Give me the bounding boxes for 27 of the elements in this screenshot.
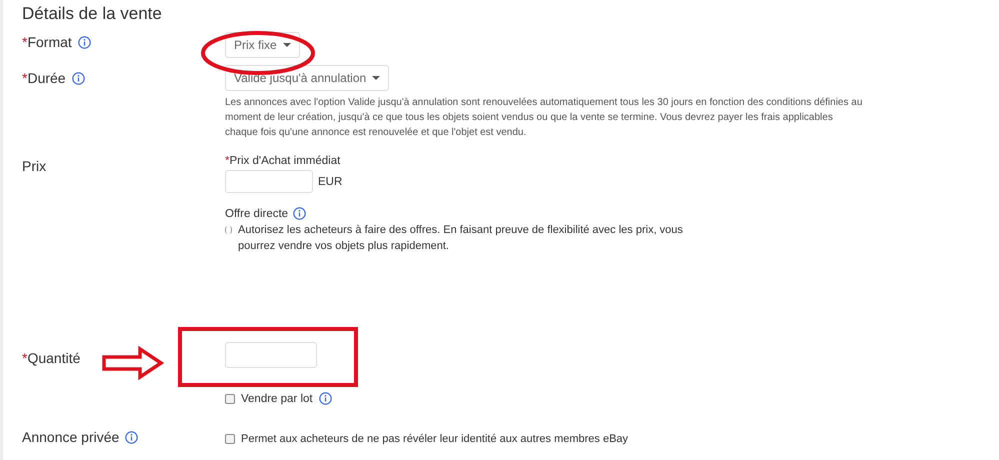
- quantity-field[interactable]: [225, 342, 317, 368]
- checkbox[interactable]: [225, 394, 235, 404]
- field-label: Prix: [22, 158, 46, 174]
- arrow-icon: [102, 346, 164, 380]
- info-icon[interactable]: [78, 36, 91, 48]
- info-icon[interactable]: [72, 72, 85, 84]
- field-label: *Quantité: [22, 350, 80, 366]
- checkbox[interactable]: [225, 434, 235, 444]
- checkbox-label: Autorisez les acheteurs à faire des offres. En faisant preuve de flexibilité avec les prix, vous pourrez vendre vos objets plus rapidement.: [238, 223, 684, 254]
- field-label: Offre directe: [225, 208, 288, 220]
- info-icon[interactable]: [318, 392, 332, 405]
- caret-icon: [372, 76, 380, 80]
- section-title: Détails de la vente: [22, 3, 163, 25]
- checkbox[interactable]: [225, 226, 232, 234]
- checkbox-label: Vendre par lot: [241, 392, 313, 404]
- currency-label: EUR: [318, 176, 342, 188]
- info-icon[interactable]: [125, 430, 138, 444]
- info-icon[interactable]: [293, 207, 306, 220]
- help-text: Les annonces avec l'option Valide jusqu'à annulation sont renouvelées automatiquement tous les 30 jours en fonction des conditions définies au moment de leur création, jusqu'à ce que tous les objets soient vendus ou que la vente se termine. Vous devrez payer les frais applicables chaque fois qu'une annonce est renouvelée et que l'objet est vendu.: [225, 96, 864, 140]
- checkbox-label: Permet aux acheteurs de ne pas révéler leur identité aux autres membres eBay: [241, 432, 628, 447]
- field-label: Annonce privée: [22, 429, 120, 445]
- price-field[interactable]: [225, 170, 313, 193]
- dropdown[interactable]: Valide jusqu'à annulation: [225, 65, 390, 91]
- caret-icon: [282, 43, 291, 47]
- field-label: *Durée: [22, 70, 66, 86]
- field-label: *Format: [22, 34, 72, 50]
- field-label: *Prix d'Achat immédiat: [225, 155, 342, 167]
